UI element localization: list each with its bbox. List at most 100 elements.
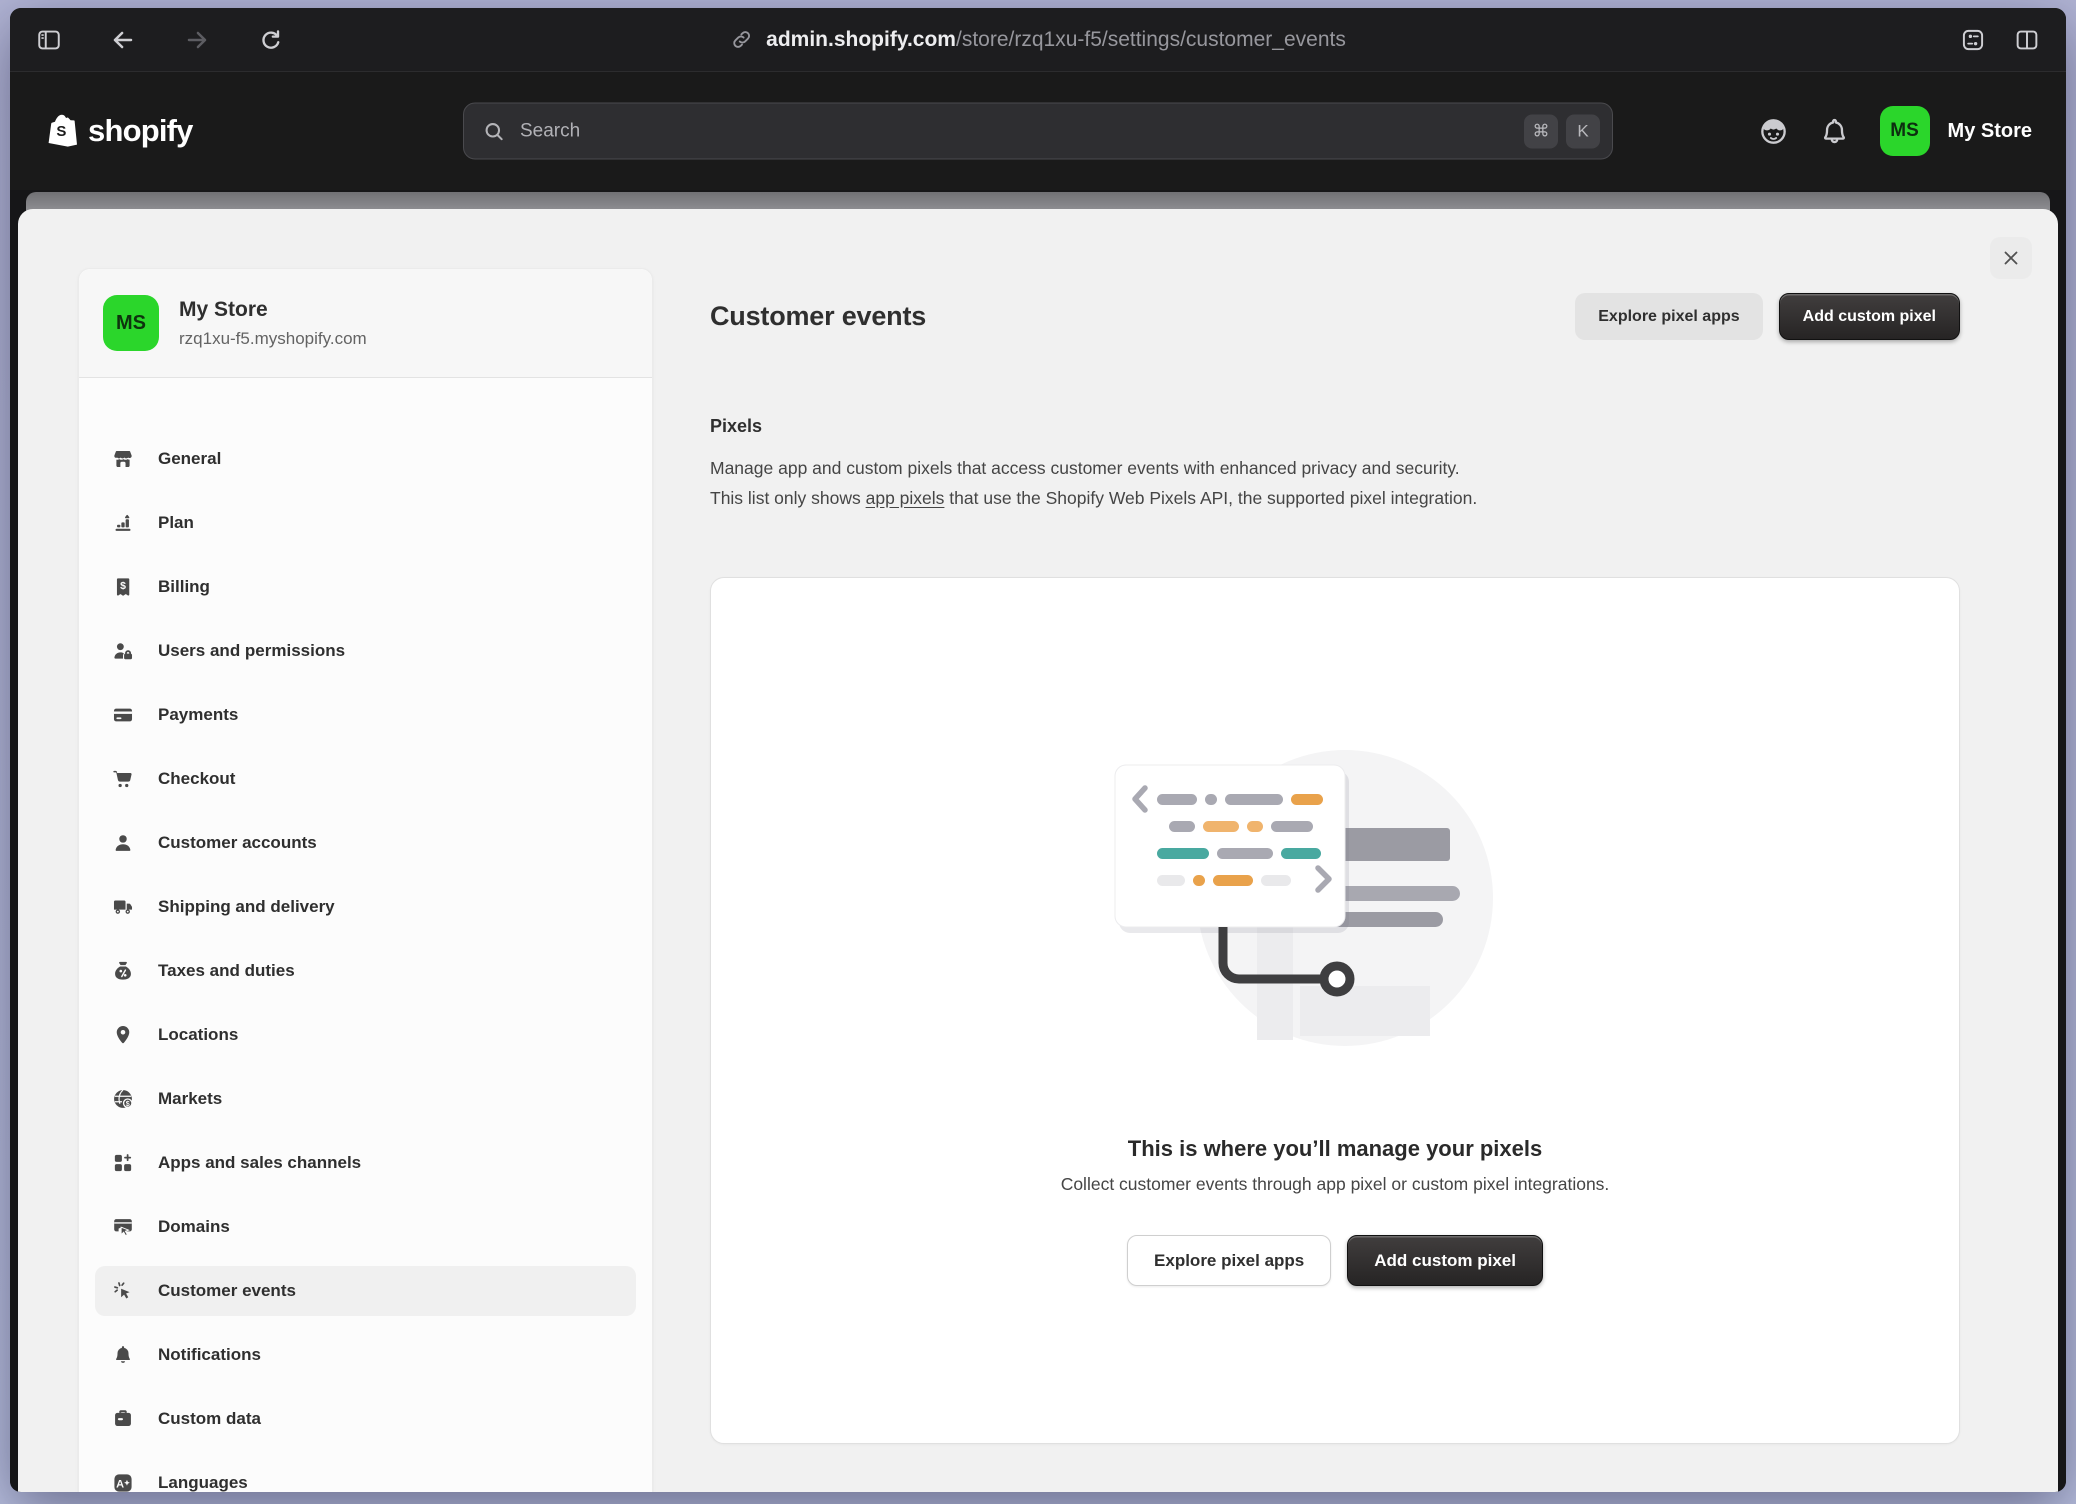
assistant-face-icon[interactable] (1758, 116, 1789, 147)
page-title: Customer events (710, 301, 926, 332)
customer-events-icon (112, 1280, 134, 1302)
back-icon[interactable] (108, 25, 138, 55)
shopify-logo: S shopify (44, 111, 193, 151)
explore-pixel-apps-button-empty[interactable]: Explore pixel apps (1127, 1235, 1331, 1286)
shopify-bag-icon: S (44, 111, 80, 151)
sidebar-toggle-icon[interactable] (34, 25, 64, 55)
search-input[interactable] (520, 120, 1510, 142)
apps-icon (112, 1152, 134, 1174)
add-custom-pixel-button-empty[interactable]: Add custom pixel (1347, 1235, 1543, 1286)
pixels-empty-card: This is where you’ll manage your pixels … (710, 577, 1960, 1444)
empty-state-subtext: Collect customer events through app pixe… (1061, 1174, 1610, 1195)
sidebar-item-label: General (158, 449, 221, 469)
sidebar-item-customer-events[interactable]: Customer events (95, 1266, 636, 1316)
sidebar-item-label: Billing (158, 577, 210, 597)
payments-icon (112, 704, 134, 726)
explore-pixel-apps-button[interactable]: Explore pixel apps (1575, 293, 1762, 340)
sidebar-item-domains[interactable]: Domains (95, 1202, 636, 1252)
pixels-description: Manage app and custom pixels that access… (710, 453, 1960, 513)
empty-state-heading: This is where you’ll manage your pixels (1128, 1136, 1542, 1162)
markets-icon: $ (112, 1088, 134, 1110)
svg-text:S: S (56, 123, 66, 140)
pixels-description-line1: Manage app and custom pixels that access… (710, 453, 1960, 483)
pixels-description-line2: This list only shows app pixels that use… (710, 483, 1960, 513)
sidebar-item-label: Plan (158, 513, 194, 533)
sidebar-item-locations[interactable]: Locations (95, 1010, 636, 1060)
custom-data-icon (112, 1408, 134, 1430)
sidebar-item-general[interactable]: General (95, 434, 636, 484)
sidebar-item-label: Checkout (158, 769, 235, 789)
svg-text:$: $ (120, 581, 126, 592)
sidebar-item-custom-data[interactable]: Custom data (95, 1394, 636, 1444)
modal-backdrop: MS My Store rzq1xu-f5.myshopify.com Gene… (10, 190, 2066, 1492)
sidebar-item-label: Domains (158, 1217, 230, 1237)
domains-icon (112, 1216, 134, 1238)
sidebar-item-customer-accounts[interactable]: Customer accounts (95, 818, 636, 868)
checkout-icon (112, 768, 134, 790)
add-custom-pixel-button[interactable]: Add custom pixel (1779, 293, 1960, 340)
topbar-store-name[interactable]: My Store (1948, 120, 2032, 143)
store-name: My Store (179, 298, 367, 322)
sidebar-item-label: Markets (158, 1089, 222, 1109)
settings-sidebar: MS My Store rzq1xu-f5.myshopify.com Gene… (78, 268, 653, 1492)
sidebar-item-payments[interactable]: Payments (95, 690, 636, 740)
browser-window: admin.shopify.com/store/rzq1xu-f5/settin… (10, 8, 2066, 1492)
customer-accounts-icon (112, 832, 134, 854)
pixels-illustration (1105, 740, 1565, 1050)
browser-settings-icon[interactable] (1958, 25, 1988, 55)
sidebar-item-plan[interactable]: Plan (95, 498, 636, 548)
sidebar-item-label: Apps and sales channels (158, 1153, 361, 1173)
settings-nav: General Plan $ Billing Users and permissions… (79, 378, 652, 1492)
plan-icon (112, 512, 134, 534)
sidebar-item-checkout[interactable]: Checkout (95, 754, 636, 804)
sidebar-item-label: Payments (158, 705, 238, 725)
sidebar-item-label: Languages (158, 1473, 248, 1492)
sidebar-item-label: Locations (158, 1025, 238, 1045)
desc-before-link: This list only shows (710, 488, 866, 508)
cmd-key: ⌘ (1524, 114, 1558, 148)
browser-chrome: admin.shopify.com/store/rzq1xu-f5/settin… (10, 8, 2066, 72)
sidebar-item-markets[interactable]: $ Markets (95, 1074, 636, 1124)
svg-text:A: A (116, 1478, 124, 1490)
pixels-section-heading: Pixels (710, 416, 1960, 437)
global-search[interactable]: ⌘ K (463, 103, 1613, 160)
search-icon (482, 119, 506, 143)
sidebar-item-taxes-and-duties[interactable]: Taxes and duties (95, 946, 636, 996)
notifications-icon (112, 1344, 134, 1366)
store-domain: rzq1xu-f5.myshopify.com (179, 329, 367, 349)
taxes-icon (112, 960, 134, 982)
settings-modal: MS My Store rzq1xu-f5.myshopify.com Gene… (18, 209, 2058, 1492)
sidebar-item-languages[interactable]: A Languages (95, 1458, 636, 1492)
sidebar-item-apps-and-sales-channels[interactable]: Apps and sales channels (95, 1138, 636, 1188)
sidebar-item-users-and-permissions[interactable]: Users and permissions (95, 626, 636, 676)
sidebar-item-notifications[interactable]: Notifications (95, 1330, 636, 1380)
shopify-wordmark: shopify (88, 113, 193, 149)
store-avatar-badge: MS (103, 295, 159, 351)
sidebar-item-label: Custom data (158, 1409, 261, 1429)
store-avatar[interactable]: MS (1880, 106, 1930, 156)
storefront-icon (112, 448, 134, 470)
users-permissions-icon (112, 640, 134, 662)
sidebar-item-label: Notifications (158, 1345, 261, 1365)
url-host: admin.shopify.com (766, 28, 956, 51)
search-shortcut: ⌘ K (1524, 114, 1600, 148)
forward-icon[interactable] (182, 25, 212, 55)
svg-text:$: $ (126, 1100, 130, 1108)
link-icon (730, 28, 753, 51)
reload-icon[interactable] (256, 25, 286, 55)
url-path: /store/rzq1xu-f5/settings/customer_event… (956, 28, 1346, 51)
desc-after-link: that use the Shopify Web Pixels API, the… (944, 488, 1477, 508)
shipping-icon (112, 896, 134, 918)
billing-icon: $ (112, 576, 134, 598)
sidebar-item-label: Users and permissions (158, 641, 345, 661)
locations-icon (112, 1024, 134, 1046)
app-pixels-link[interactable]: app pixels (866, 488, 945, 508)
sidebar-item-label: Customer accounts (158, 833, 317, 853)
settings-main: Customer events Explore pixel apps Add c… (653, 209, 2058, 1492)
languages-icon: A (112, 1472, 134, 1492)
sidebar-item-billing[interactable]: $ Billing (95, 562, 636, 612)
address-bar[interactable]: admin.shopify.com/store/rzq1xu-f5/settin… (730, 28, 1346, 52)
notifications-bell-icon[interactable] (1819, 116, 1850, 147)
split-view-icon[interactable] (2012, 25, 2042, 55)
sidebar-item-shipping-and-delivery[interactable]: Shipping and delivery (95, 882, 636, 932)
